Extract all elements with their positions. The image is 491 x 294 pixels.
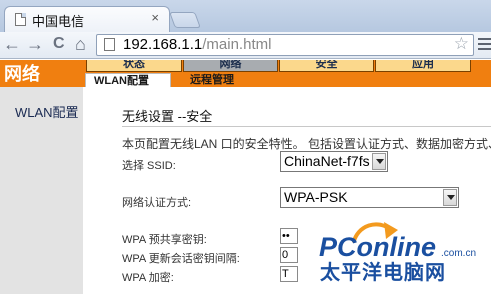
tab-title: 中国电信	[32, 14, 85, 29]
sidebar: WLAN配置	[0, 87, 83, 294]
back-button[interactable]: ←	[3, 34, 21, 54]
bookmark-star-icon[interactable]: ☆	[454, 34, 469, 54]
brand-label: 网络	[4, 64, 40, 84]
chevron-down-icon	[372, 153, 386, 170]
page-icon	[104, 38, 115, 51]
page-icon	[15, 13, 26, 26]
chevron-down-icon	[443, 189, 457, 206]
wpa-encryption-input[interactable]: T	[280, 266, 298, 282]
submenu-bar: WLAN配置 远程管理	[80, 73, 491, 87]
page-description: 本页配置无线LAN 口的安全特性。 包括设置认证方式、数据加密方式、	[122, 137, 491, 151]
auth-select[interactable]: WPA-PSK	[280, 187, 459, 208]
browser-tab[interactable]: 中国电信 ×	[4, 6, 170, 32]
subtab-wlan-config[interactable]: WLAN配置	[85, 73, 171, 87]
watermark-chinese: 太平洋电脑网	[320, 260, 446, 284]
menu-tab-security[interactable]: 安全	[279, 60, 374, 72]
subtab-remote-management[interactable]: 远程管理	[182, 73, 262, 87]
close-tab-icon[interactable]: ×	[151, 10, 159, 25]
browser-toolbar: ← → C ⌂ 192.168.1.1/main.html ☆	[0, 32, 491, 59]
ssid-label: 选择 SSID:	[122, 160, 176, 172]
wpa-key-label: WPA 预共享密钥:	[122, 234, 207, 246]
menu-tab-status[interactable]: 状态	[86, 60, 182, 72]
wpa-rekey-input[interactable]: 0	[280, 247, 298, 263]
browser-tab-strip: 中国电信 ×	[0, 0, 491, 32]
wpa-encryption-label: WPA 加密:	[122, 272, 174, 284]
url-text: 192.168.1.1/main.html	[123, 36, 271, 53]
url-path: /main.html	[202, 36, 272, 53]
menu-tab-network[interactable]: 网络	[183, 60, 278, 72]
wpa-rekey-label: WPA 更新会话密钥间隔:	[122, 253, 240, 265]
page-title: 无线设置 --安全	[122, 109, 213, 124]
reload-button[interactable]: C	[53, 34, 65, 54]
sidebar-item-wlan-config[interactable]: WLAN配置	[15, 102, 79, 121]
ssid-value: ChinaNet-f7fs	[284, 153, 370, 169]
menu-tab-application[interactable]: 应用	[375, 60, 471, 72]
browser-menu-icon[interactable]	[478, 38, 491, 52]
auth-label: 网络认证方式:	[122, 197, 192, 209]
pconline-watermark-logo: PConline .com.cn 太平洋电脑网	[319, 222, 476, 284]
new-tab-button[interactable]	[169, 12, 201, 28]
title-divider	[122, 126, 491, 127]
watermark-brand: PConline	[319, 232, 436, 262]
watermark-domain: .com.cn	[441, 248, 476, 259]
home-button[interactable]: ⌂	[75, 34, 86, 54]
ssid-select[interactable]: ChinaNet-f7fs	[280, 151, 388, 172]
wpa-key-input[interactable]: ••	[280, 228, 298, 244]
auth-value: WPA-PSK	[284, 189, 348, 205]
forward-button[interactable]: →	[26, 34, 44, 54]
address-bar[interactable]: 192.168.1.1/main.html ☆	[96, 34, 474, 56]
url-host: 192.168.1.1	[123, 36, 203, 53]
